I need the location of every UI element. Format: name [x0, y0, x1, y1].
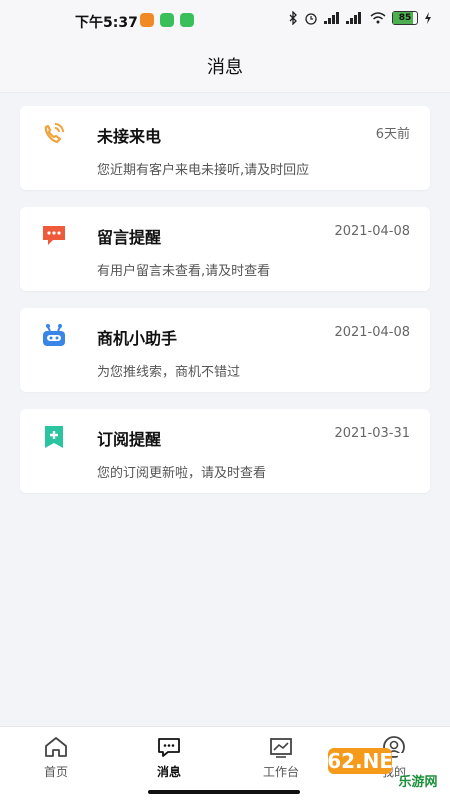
- watermark-sub-text: 乐游网: [398, 774, 437, 790]
- tab-home[interactable]: 首页: [16, 735, 96, 780]
- signal-hd-icon: [346, 12, 361, 24]
- chat-icon: [158, 738, 180, 757]
- wifi-icon: [370, 12, 386, 24]
- message-card-subscription-reminder[interactable]: 订阅提醒 2021-03-31 您的订阅更新啦，请及时查看: [20, 409, 430, 493]
- message-list: 未接来电 6天前 您近期有客户来电未接听,请及时回应 留言提醒 2021-04-…: [20, 106, 430, 510]
- battery-level: 85: [398, 13, 412, 23]
- message-description: 为您推线索，商机不错过: [97, 365, 241, 380]
- message-date: 2021-03-31: [334, 426, 410, 441]
- status-app-icons: [140, 13, 194, 27]
- home-indicator[interactable]: [148, 790, 300, 794]
- message-description: 有用户留言未查看,请及时查看: [97, 264, 271, 279]
- bookmark-plus-icon: [45, 426, 63, 448]
- message-title: 订阅提醒: [97, 430, 162, 449]
- tab-workbench[interactable]: 工作台: [241, 735, 321, 780]
- page-header: 消息: [0, 40, 450, 93]
- signal-icon: [324, 12, 339, 24]
- alarm-icon: [305, 13, 317, 25]
- message-date: 2021-04-08: [334, 325, 410, 340]
- charging-icon: [425, 12, 431, 24]
- tab-label: 工作台: [262, 765, 299, 779]
- message-date: 2021-04-08: [334, 224, 410, 239]
- tab-label: 消息: [156, 765, 181, 779]
- message-card-missed-call[interactable]: 未接来电 6天前 您近期有客户来电未接听,请及时回应: [20, 106, 430, 190]
- message-card-comment-reminder[interactable]: 留言提醒 2021-04-08 有用户留言未查看,请及时查看: [20, 207, 430, 291]
- battery-icon: 85: [392, 11, 418, 25]
- message-date: 6天前: [375, 127, 410, 142]
- page-title: 消息: [207, 57, 243, 78]
- message-title: 未接来电: [97, 127, 162, 146]
- message-card-business-assistant[interactable]: 商机小助手 2021-04-08 为您推线索，商机不错过: [20, 308, 430, 392]
- watermark-logo: 962.NET 乐游网: [328, 748, 438, 790]
- tab-label: 首页: [43, 765, 68, 779]
- message-description: 您的订阅更新啦，请及时查看: [97, 466, 267, 481]
- watermark-main-text: 962.NET: [328, 749, 407, 773]
- message-title: 商机小助手: [97, 329, 178, 348]
- status-time: 下午5:37: [75, 15, 138, 31]
- status-bar: 下午5:37 85: [0, 0, 450, 40]
- message-bubble-icon: [43, 226, 65, 245]
- message-description: 您近期有客户来电未接听,请及时回应: [97, 163, 310, 178]
- phone-icon: [44, 123, 64, 144]
- message-title: 留言提醒: [97, 228, 162, 247]
- app-notification-icon: [180, 13, 194, 27]
- home-icon: [45, 737, 67, 757]
- app-notification-icon: [140, 13, 154, 27]
- robot-icon: [43, 324, 65, 346]
- tab-messages[interactable]: 消息: [129, 735, 209, 780]
- app-notification-icon: [160, 13, 174, 27]
- chart-icon: [270, 738, 292, 758]
- bluetooth-icon: [289, 11, 297, 25]
- status-indicators: 85: [288, 11, 432, 25]
